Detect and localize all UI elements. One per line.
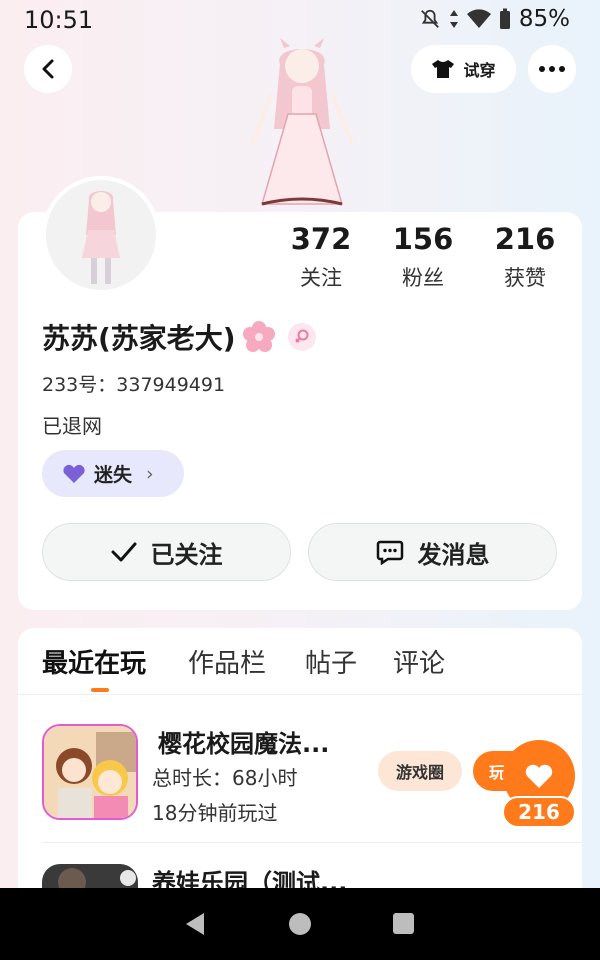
follow-label: 已关注 xyxy=(150,540,223,569)
stat-likes-label: 获赞 xyxy=(504,266,546,290)
battery-icon xyxy=(499,8,510,29)
tab-posts[interactable]: 帖子 xyxy=(305,643,357,680)
game-title[interactable]: 樱花校园魔法... xyxy=(158,724,329,759)
status-time: 10:51 xyxy=(24,6,94,34)
try-on-button[interactable]: 试穿 xyxy=(411,45,516,93)
tab-comments[interactable]: 评论 xyxy=(393,643,445,680)
stat-fans[interactable]: 156 粉丝 xyxy=(373,222,473,292)
wifi-icon xyxy=(466,9,491,28)
active-tab-indicator xyxy=(91,688,109,692)
stat-fans-label: 粉丝 xyxy=(402,266,444,290)
stat-likes[interactable]: 216 获赞 xyxy=(475,222,575,292)
avatar-figure-icon xyxy=(82,191,120,284)
game-last-played: 18分钟前玩过 xyxy=(152,801,278,825)
chat-bubble-icon xyxy=(376,540,403,565)
tab-divider xyxy=(18,694,582,695)
user-bio: 已退网 xyxy=(42,414,102,438)
character-avatar-figure xyxy=(249,38,355,206)
stat-following-value: 372 xyxy=(290,222,352,256)
stat-fans-value: 156 xyxy=(392,222,454,256)
status-icons: 85% xyxy=(419,6,570,32)
stat-following[interactable]: 372 关注 xyxy=(271,222,371,292)
data-arrows-icon xyxy=(449,10,458,28)
try-on-label: 试穿 xyxy=(463,61,496,80)
name-row: 苏苏(苏家老大) xyxy=(42,317,316,357)
sakura-flower-icon xyxy=(242,321,275,352)
game-total-time: 总时长：68小时 xyxy=(152,766,298,790)
nav-home-icon[interactable] xyxy=(289,913,311,935)
message-button[interactable]: 发消息 xyxy=(308,523,557,581)
heart-icon xyxy=(525,764,553,788)
user-name: 苏苏(苏家老大) xyxy=(42,322,236,355)
stat-likes-value: 216 xyxy=(494,222,556,256)
tag-label: 迷失 xyxy=(94,464,133,486)
check-icon xyxy=(111,542,136,562)
female-gender-icon xyxy=(287,323,316,351)
heart-icon xyxy=(63,464,85,483)
chevron-right-icon: › xyxy=(146,462,154,485)
game-circle-button[interactable]: 游戏圈 xyxy=(378,751,462,791)
game-thumbnail-2-icon xyxy=(42,864,138,888)
game-icon[interactable] xyxy=(42,724,138,820)
shirt-icon xyxy=(432,60,455,78)
tag-pill[interactable]: 迷失 › xyxy=(42,450,184,497)
back-button[interactable] xyxy=(24,45,72,93)
message-label: 发消息 xyxy=(417,540,490,569)
tab-recently-played[interactable]: 最近在玩 xyxy=(42,643,146,680)
game-icon-2[interactable] xyxy=(42,864,138,888)
battery-percent: 85% xyxy=(518,6,570,32)
back-arrow-icon xyxy=(42,59,54,79)
nav-back-icon[interactable] xyxy=(184,911,206,937)
more-dots-icon xyxy=(539,66,565,72)
avatar[interactable] xyxy=(42,176,160,294)
row-divider xyxy=(42,842,582,843)
user-id: 233号：337949491 xyxy=(42,374,226,396)
game-thumbnail-icon xyxy=(44,726,136,818)
like-count: 216 xyxy=(502,796,576,828)
stat-following-label: 关注 xyxy=(300,266,342,290)
nav-recents-icon[interactable] xyxy=(393,913,414,934)
more-options-button[interactable] xyxy=(528,45,576,93)
tab-works[interactable]: 作品栏 xyxy=(188,643,266,680)
mute-notification-icon xyxy=(420,9,439,28)
follow-button[interactable]: 已关注 xyxy=(42,523,291,581)
